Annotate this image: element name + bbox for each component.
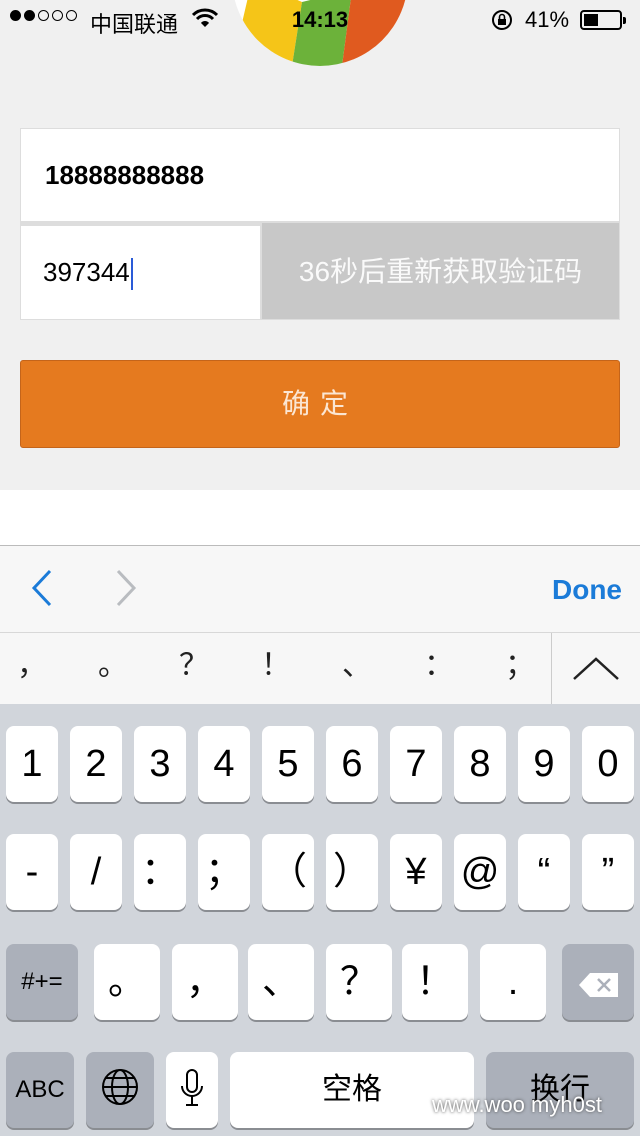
key[interactable]: @ — [454, 834, 506, 910]
key[interactable]: . — [480, 944, 546, 1020]
key[interactable]: 2 — [70, 726, 122, 802]
key[interactable]: 5 — [262, 726, 314, 802]
key[interactable]: ！ — [402, 944, 468, 1020]
key[interactable]: ¥ — [390, 834, 442, 910]
key[interactable]: 。 — [94, 944, 160, 1020]
candidate-item[interactable]: ： — [399, 633, 479, 699]
key[interactable]: - — [6, 834, 58, 910]
verification-code-value: 397344 — [43, 257, 130, 287]
globe-icon — [102, 1069, 138, 1105]
phone-number-field[interactable]: 18888888888 — [20, 128, 620, 222]
key[interactable]: ） — [326, 834, 378, 910]
globe-key[interactable] — [86, 1052, 154, 1128]
key[interactable]: 1 — [6, 726, 58, 802]
phone-number-value: 18888888888 — [45, 160, 205, 190]
candidate-item[interactable]: ， — [0, 633, 72, 699]
done-button[interactable]: Done — [552, 546, 622, 633]
keyboard: 1 2 3 4 5 6 7 8 9 0 - / ： ； （ ） ¥ @ “ ” … — [0, 704, 640, 1136]
key[interactable]: 、 — [248, 944, 314, 1020]
watermark: www.woo myh0st — [432, 1092, 602, 1117]
text-caret — [130, 258, 133, 291]
delete-key[interactable] — [562, 944, 634, 1020]
chevron-left-icon[interactable] — [28, 568, 56, 608]
clock: 14:13 — [291, 7, 349, 32]
key[interactable]: 4 — [198, 726, 250, 802]
key[interactable]: 0 — [582, 726, 634, 802]
resend-code-button[interactable]: 36秒后重新获取验证码 — [261, 222, 620, 320]
candidate-item[interactable]: ； — [480, 633, 560, 699]
content-bottom-area — [0, 490, 640, 545]
chevron-up-icon[interactable] — [570, 653, 622, 683]
key[interactable]: ， — [172, 944, 238, 1020]
microphone-key[interactable] — [166, 1052, 218, 1128]
candidate-item[interactable]: ！ — [236, 633, 316, 699]
candidate-item[interactable]: 。 — [73, 633, 153, 699]
microphone-icon — [181, 1069, 203, 1106]
candidate-divider — [551, 633, 552, 705]
key[interactable]: （ — [262, 834, 314, 910]
key[interactable]: 6 — [326, 726, 378, 802]
keyboard-toolbar: Done — [0, 545, 640, 632]
key[interactable]: ？ — [326, 944, 392, 1020]
delete-icon — [579, 973, 618, 997]
candidate-item[interactable]: ？ — [154, 633, 234, 699]
key[interactable]: 8 — [454, 726, 506, 802]
key[interactable]: ” — [582, 834, 634, 910]
key[interactable]: “ — [518, 834, 570, 910]
candidate-bar: ， 。 ？ ！ 、 ： ； — [0, 632, 640, 705]
verification-code-input[interactable]: 397344 — [20, 222, 261, 320]
key[interactable]: ； — [198, 834, 250, 910]
confirm-button[interactable]: 确定 — [20, 360, 620, 448]
key[interactable]: 9 — [518, 726, 570, 802]
key[interactable]: ： — [134, 834, 186, 910]
key[interactable]: 7 — [390, 726, 442, 802]
candidate-item[interactable]: 、 — [317, 633, 397, 699]
symbols-toggle-key[interactable]: #+= — [6, 944, 78, 1020]
key[interactable]: 3 — [134, 726, 186, 802]
key[interactable]: / — [70, 834, 122, 910]
abc-key[interactable]: ABC — [6, 1052, 74, 1128]
chevron-right-icon[interactable] — [112, 568, 140, 608]
